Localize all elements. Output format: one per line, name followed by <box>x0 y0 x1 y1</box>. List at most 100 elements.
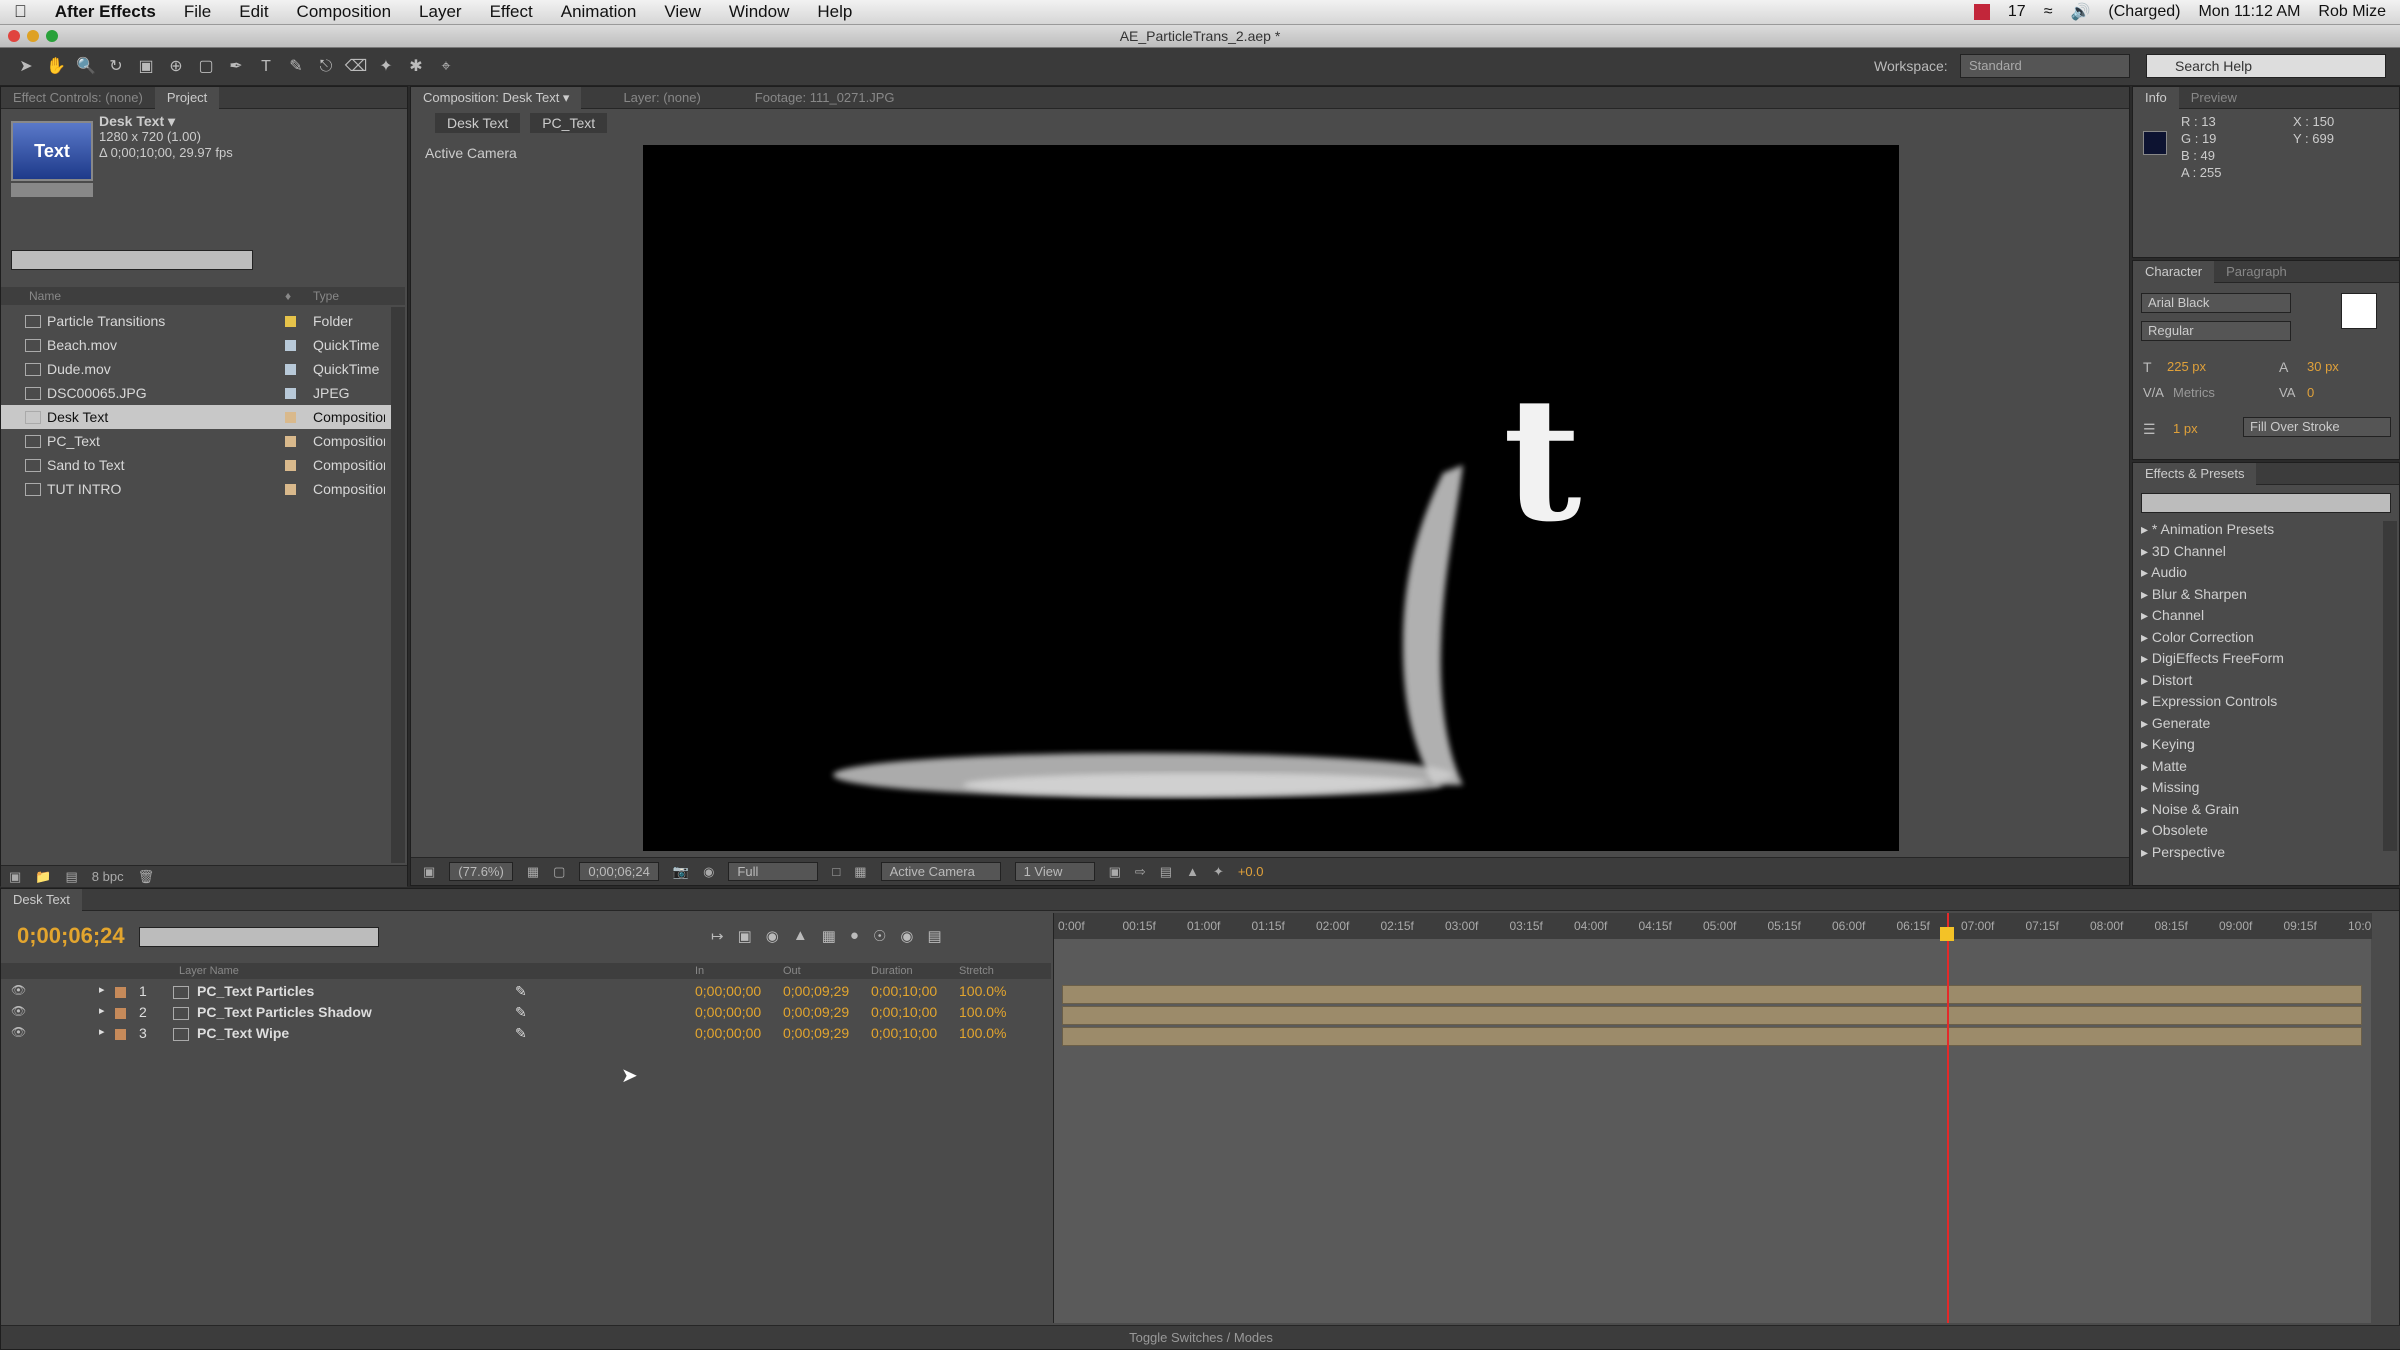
magnification-select[interactable]: (77.6%) <box>449 862 513 881</box>
menu-composition[interactable]: Composition <box>283 2 406 22</box>
column-stretch[interactable]: Stretch <box>959 965 994 977</box>
disclosure-triangle-icon[interactable]: ▸ <box>2141 779 2152 795</box>
layer-in[interactable]: 0;00;00;00 <box>695 983 761 999</box>
brush-tool-icon[interactable]: ✎ <box>284 55 308 79</box>
workspace-select[interactable]: Standard <box>1960 54 2130 78</box>
tab-effects-presets[interactable]: Effects & Presets <box>2133 462 2257 485</box>
layer-duration[interactable]: 0;00;10;00 <box>871 1025 937 1041</box>
effect-category[interactable]: ▸ Perspective <box>2141 844 2225 861</box>
effect-category[interactable]: ▸ Noise & Grain <box>2141 801 2239 818</box>
layer-stretch[interactable]: 100.0% <box>959 983 1006 999</box>
app-menu[interactable]: After Effects <box>41 2 170 22</box>
effect-category[interactable]: ▸ 3D Channel <box>2141 543 2226 560</box>
effect-category[interactable]: ▸ Expression Controls <box>2141 693 2277 710</box>
color-channel-icon[interactable]: ◉ <box>703 864 714 880</box>
tab-composition[interactable]: Composition: Desk Text ▾ <box>411 86 582 109</box>
project-item[interactable]: Sand to Text Composition <box>1 453 391 477</box>
tab-paragraph[interactable]: Paragraph <box>2214 261 2299 283</box>
trash-icon[interactable]: 🗑 <box>138 869 155 885</box>
puppet-tool-icon[interactable]: ✱ <box>404 55 428 79</box>
project-item[interactable]: Particle Transitions Folder <box>1 309 391 333</box>
graph-editor-icon[interactable]: ▤ <box>928 927 942 945</box>
font-style-select[interactable]: Regular <box>2141 321 2291 341</box>
layer-label-color[interactable] <box>115 987 126 998</box>
time-ruler[interactable]: 0:00f 00:15f 01:00f 01:15f 02:00f 02:15f 03:00… <box>1054 913 2372 939</box>
interpret-footage-icon[interactable]: ▣ <box>9 869 21 885</box>
draft-3d-icon[interactable]: ◉ <box>766 927 779 945</box>
current-timecode[interactable]: 0;00;06;24 <box>17 923 125 949</box>
eraser-tool-icon[interactable]: ⌫ <box>344 55 368 79</box>
effect-category[interactable]: ▸ Generate <box>2141 715 2210 732</box>
layer-label-color[interactable] <box>115 1029 126 1040</box>
label-color-swatch[interactable] <box>285 435 296 447</box>
effects-scrollbar[interactable] <box>2383 521 2397 851</box>
fast-previews-icon[interactable]: ⇨ <box>1135 864 1146 880</box>
zoom-tool-icon[interactable]: 🔍 <box>74 55 98 79</box>
toggle-switches-modes-button[interactable]: Toggle Switches / Modes <box>1129 1330 1273 1345</box>
disclosure-triangle-icon[interactable]: ▸ <box>2141 672 2152 688</box>
disclosure-triangle-icon[interactable]: ▸ <box>2141 607 2152 623</box>
layer-row[interactable]: 👁 ▸ 2 PC_Text Particles Shadow ✎ 0;00;00;00 0;… <box>1 1004 1051 1025</box>
tab-preview[interactable]: Preview <box>2179 87 2249 109</box>
new-folder-icon[interactable]: 📁 <box>35 869 51 885</box>
rotate-tool-icon[interactable]: ↻ <box>104 55 128 79</box>
item-info-name[interactable]: Desk Text ▾ <box>99 113 233 129</box>
disclosure-triangle-icon[interactable]: ▸ <box>2141 629 2152 645</box>
close-window-button[interactable] <box>8 30 20 42</box>
layer-label-color[interactable] <box>115 1008 126 1019</box>
tracking-value[interactable]: 0 <box>2307 385 2314 400</box>
tab-info[interactable]: Info <box>2133 86 2179 109</box>
layer-duration-bar[interactable] <box>1062 985 2362 1004</box>
visibility-eye-icon[interactable]: 👁 <box>11 983 26 997</box>
project-item[interactable]: Beach.mov QuickTime <box>1 333 391 357</box>
breadcrumb-pc-text[interactable]: PC_Text <box>530 113 608 133</box>
text-tool-icon[interactable]: T <box>254 55 278 79</box>
label-column-icon[interactable]: ♦ <box>285 289 291 303</box>
layer-stretch[interactable]: 100.0% <box>959 1004 1006 1020</box>
disclosure-triangle-icon[interactable]: ▸ <box>2141 586 2152 602</box>
snapshot-icon[interactable]: 📷 <box>673 864 689 880</box>
selection-tool-icon[interactable]: ➤ <box>14 55 38 79</box>
disclosure-triangle-icon[interactable]: ▸ <box>2141 693 2152 709</box>
pen-switch-icon[interactable]: ✎ <box>515 1004 527 1021</box>
tab-character[interactable]: Character <box>2133 260 2215 283</box>
local-axis-icon[interactable]: ⌖ <box>434 55 458 79</box>
stroke-mode-select[interactable]: Fill Over Stroke <box>2243 417 2391 437</box>
tab-project[interactable]: Project <box>154 86 220 109</box>
disclosure-triangle-icon[interactable]: ▸ <box>2141 715 2152 731</box>
project-item[interactable]: TUT INTRO Composition <box>1 477 391 501</box>
app-status-icon[interactable] <box>1973 4 1990 20</box>
label-color-swatch[interactable] <box>285 363 296 375</box>
layer-duration[interactable]: 0;00;10;00 <box>871 1004 937 1020</box>
disclosure-triangle-icon[interactable]: ▸ <box>2141 521 2152 537</box>
column-in[interactable]: In <box>695 965 704 977</box>
layer-duration-bar[interactable] <box>1062 1006 2362 1025</box>
roto-brush-tool-icon[interactable]: ✦ <box>374 55 398 79</box>
menu-effect[interactable]: Effect <box>476 2 547 22</box>
breadcrumb-desk-text[interactable]: Desk Text <box>435 113 521 133</box>
effect-category[interactable]: ▸ Distort <box>2141 672 2192 689</box>
battery-status[interactable]: (Charged) <box>2108 3 2180 21</box>
layer-in[interactable]: 0;00;00;00 <box>695 1004 761 1020</box>
minimize-window-button[interactable] <box>27 30 39 42</box>
region-of-interest-icon[interactable]: □ <box>832 864 840 879</box>
disclosure-triangle-icon[interactable]: ▸ <box>2141 736 2152 752</box>
layer-out[interactable]: 0;00;09;29 <box>783 1004 849 1020</box>
layer-name[interactable]: PC_Text Particles <box>197 983 314 999</box>
menu-view[interactable]: View <box>650 2 715 22</box>
label-color-swatch[interactable] <box>285 339 296 351</box>
clone-stamp-tool-icon[interactable]: ⎋ <box>314 55 338 79</box>
disclosure-triangle-icon[interactable]: ▸ <box>2141 650 2152 666</box>
kerning-value[interactable]: Metrics <box>2173 385 2215 400</box>
exposure-icon[interactable]: ✦ <box>1213 864 1224 880</box>
clock[interactable]: Mon 11:12 AM <box>2198 3 2300 21</box>
auto-keyframe-icon[interactable]: ◉ <box>900 927 913 945</box>
zoom-window-button[interactable] <box>46 30 58 42</box>
tab-timeline-desk-text[interactable]: Desk Text <box>1 888 82 911</box>
live-update-icon[interactable]: ▣ <box>738 927 752 945</box>
font-size-value[interactable]: 225 px <box>2167 359 2206 374</box>
rectangle-tool-icon[interactable]: ▢ <box>194 55 218 79</box>
disclosure-triangle-icon[interactable]: ▸ <box>2141 822 2152 838</box>
menu-help[interactable]: Help <box>803 2 866 22</box>
apple-menu-icon[interactable]:  <box>0 2 41 22</box>
